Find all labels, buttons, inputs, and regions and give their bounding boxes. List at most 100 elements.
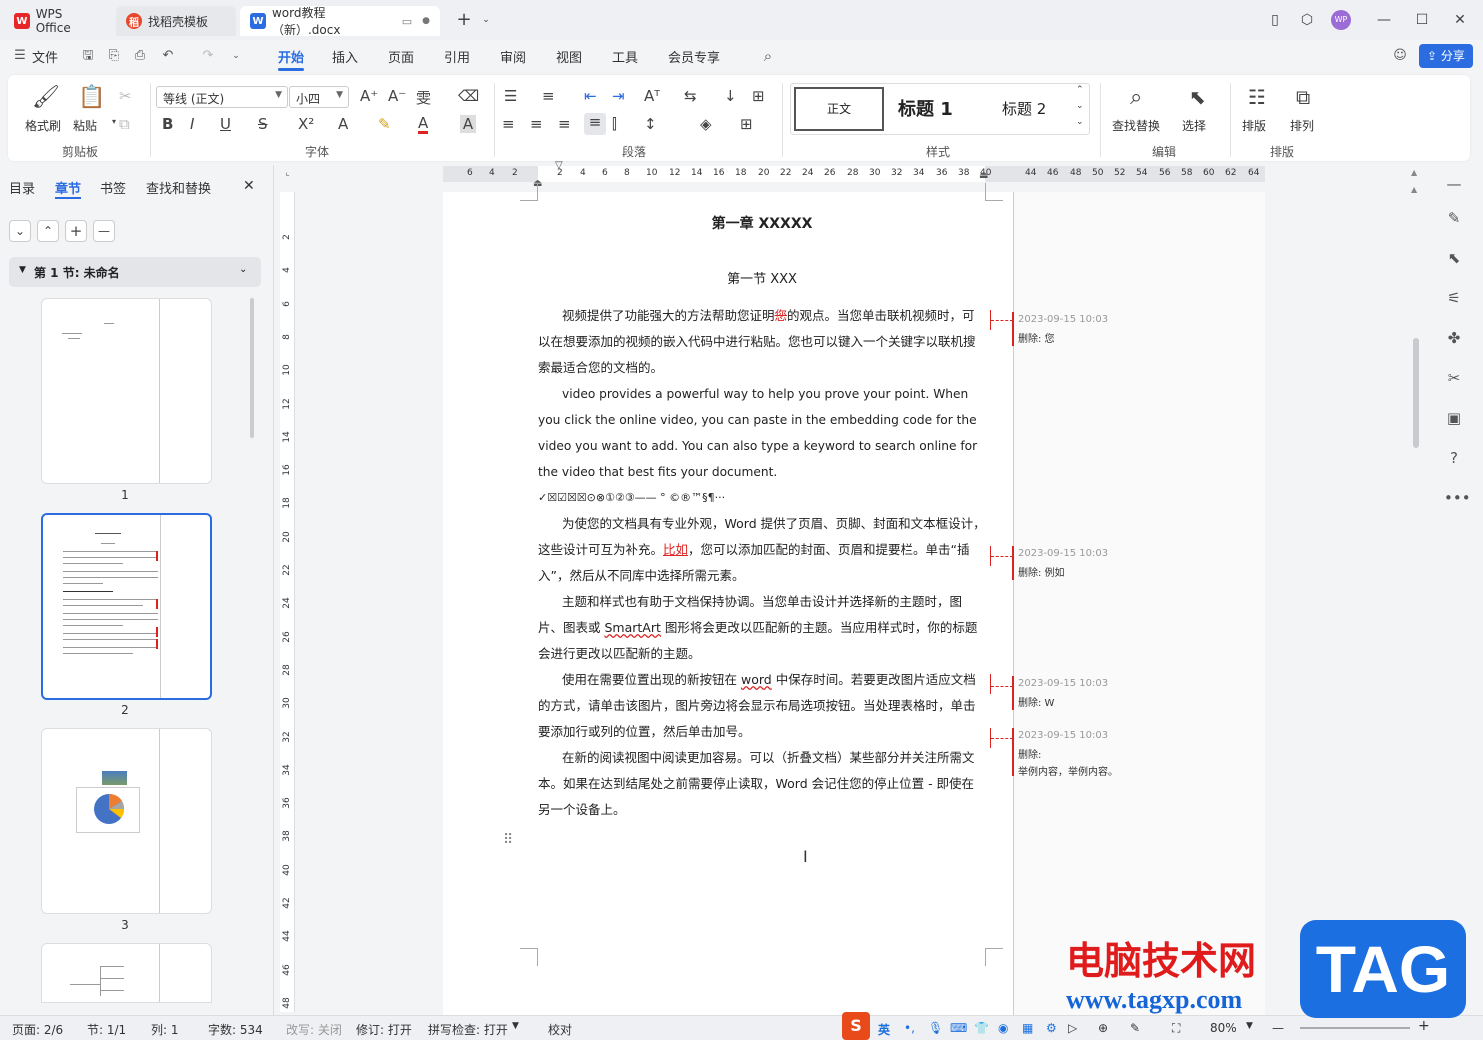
bold-icon[interactable]: B (162, 115, 173, 133)
zoom-slider[interactable] (1300, 1027, 1410, 1029)
select-button[interactable]: 选择 (1182, 117, 1206, 134)
pen-icon[interactable]: ✎ (1130, 1021, 1140, 1035)
unsaved-dot-icon[interactable]: ● (422, 16, 430, 26)
microphone-icon[interactable]: 🎙 (928, 1021, 943, 1035)
line-spacing-icon[interactable]: ↕ (644, 115, 657, 133)
vertical-scrollbar[interactable] (1413, 338, 1419, 448)
avatar[interactable]: WP (1331, 10, 1351, 30)
italic-icon[interactable]: I (190, 115, 194, 133)
reader-icon[interactable]: ▣ (1444, 408, 1464, 428)
cut-icon[interactable]: ✂ (119, 87, 132, 105)
hamburger-icon[interactable]: ☰ (12, 48, 28, 64)
paste-icon[interactable]: 📋 (78, 85, 105, 110)
text-direction-icon[interactable]: Aᵀ (644, 87, 660, 105)
shading-icon[interactable]: ◈ (700, 115, 712, 133)
track-changes-status[interactable]: 修订: 打开 (356, 1021, 412, 1038)
monitor-icon[interactable]: ▭ (402, 15, 412, 28)
font-size-select[interactable]: 小四 ▼ (289, 86, 349, 108)
format-painter-button[interactable]: 格式刷 (25, 117, 61, 134)
new-tab-icon[interactable]: + (454, 10, 474, 30)
help-icon[interactable]: ? (1444, 448, 1464, 468)
typeset-icon[interactable]: ☷ (1248, 85, 1266, 109)
style-normal[interactable]: 正文 (794, 87, 884, 131)
text-effect-icon[interactable]: A (338, 115, 348, 133)
balloon-text[interactable]: 删除: (1018, 746, 1041, 761)
search-icon[interactable]: ⌕ (1130, 85, 1142, 110)
paragraph-5[interactable]: 使用在需要位置出现的新按钮在 word 中保存时间。若要更改图片适应文档的方式，… (538, 667, 986, 745)
menu-references[interactable]: 引用 (444, 47, 470, 66)
menu-review[interactable]: 审阅 (500, 47, 526, 66)
more-icon[interactable]: ••• (1444, 488, 1471, 508)
settings-icon[interactable]: ⚙ (1046, 1021, 1057, 1035)
find-replace-button[interactable]: 查找替换 (1112, 117, 1160, 134)
decrease-indent-icon[interactable]: ⇤ (584, 87, 597, 105)
strikethrough-icon[interactable]: S (258, 115, 268, 133)
cursor-select-icon[interactable]: ⬉ (1189, 85, 1206, 109)
balloon-text[interactable]: 删除: 例如 (1018, 564, 1065, 579)
tools-icon[interactable]: ✂ (1444, 368, 1464, 388)
section-header[interactable]: ▼ 第 1 节: 未命名 ⌄ (9, 257, 261, 287)
menu-tools[interactable]: 工具 (612, 47, 638, 66)
menu-file[interactable]: 文件 (32, 47, 58, 66)
pane-divider[interactable] (273, 165, 274, 1015)
tab-document[interactable]: W word教程（新）.docx ▭ ● (240, 6, 440, 37)
undo-icon[interactable]: ↶ (160, 48, 176, 64)
page-indicator[interactable]: 页面: 2/6 (12, 1021, 63, 1038)
word-count[interactable]: 字数: 534 (208, 1021, 263, 1038)
arrange-button[interactable]: 排列 (1290, 117, 1314, 134)
sogou-ime-icon[interactable]: S (842, 1012, 870, 1040)
tab-toc[interactable]: 目录 (9, 178, 35, 197)
save-icon[interactable]: 🖫 (80, 48, 96, 64)
scroll-up-icon[interactable]: ▲ (1411, 185, 1417, 194)
section-indicator[interactable]: 节: 1/1 (87, 1021, 126, 1038)
phonetic-icon[interactable]: 雯 (416, 87, 431, 108)
tab-find-replace[interactable]: 查找和替换 (146, 178, 211, 197)
symbols-line[interactable]: ✓☒☑☒☒⊙⊗①②③—— ° ©®™§¶··· (538, 485, 986, 511)
print-preview-icon[interactable]: ⎙ (132, 48, 148, 64)
shirt-icon[interactable]: 👕 (974, 1021, 989, 1035)
ai-icon[interactable]: ✤ (1444, 328, 1464, 348)
expand-up-icon[interactable]: ⌃ (37, 220, 59, 242)
paragraph-3[interactable]: 为使您的文档具有专业外观，Word 提供了页眉、页脚、封面和文本框设计，这些设计… (538, 511, 986, 589)
numbered-list-icon[interactable]: ≡ (542, 87, 555, 105)
balloon-text[interactable]: 删除: 您 (1018, 330, 1055, 345)
share-button[interactable]: ⇪ 分享 (1419, 44, 1473, 68)
first-line-indent-icon[interactable]: ▽ (555, 160, 563, 171)
remove-section-icon[interactable]: — (93, 220, 115, 242)
page-thumbnail-4[interactable] (41, 943, 212, 1003)
char-shading-icon[interactable]: A (460, 115, 476, 133)
ime-language[interactable]: 英 (878, 1021, 890, 1038)
gamepad-icon[interactable]: ◉ (998, 1021, 1008, 1035)
grow-font-icon[interactable]: A⁺ (360, 87, 378, 105)
style-heading1[interactable]: 标题 1 (898, 95, 953, 121)
right-indent-icon[interactable]: ⏏ (979, 170, 988, 181)
chevron-down-icon[interactable]: ⌄ (476, 10, 496, 30)
highlight-icon[interactable]: ✎ (378, 115, 391, 133)
tab-sections[interactable]: 章节 (55, 178, 81, 197)
distribute-icon[interactable]: ⫿ (612, 115, 617, 133)
arrange-icon[interactable]: ⧉ (1296, 85, 1310, 109)
play-icon[interactable]: ▷ (1068, 1021, 1077, 1035)
scroll-up-icon[interactable]: ⌃ (1076, 85, 1084, 95)
align-center-icon[interactable]: ≡ (530, 115, 543, 133)
increase-indent-icon[interactable]: ⇥ (612, 87, 625, 105)
maximize-icon[interactable]: ☐ (1412, 10, 1432, 30)
tab-template[interactable]: 稻 找稻壳模板 (116, 6, 236, 36)
section-heading[interactable]: 第一节 XXX (538, 268, 986, 287)
chevron-down-icon[interactable]: ▼ (512, 1021, 519, 1031)
scrollbar[interactable] (250, 298, 254, 438)
balloon-text[interactable]: 删除: W (1018, 694, 1054, 709)
paste-button[interactable]: 粘贴 (73, 117, 97, 134)
tab-wps-office[interactable]: W WPS Office (4, 6, 110, 36)
menu-insert[interactable]: 插入 (332, 47, 358, 66)
collapse-icon[interactable]: ⌄ (9, 220, 31, 242)
bullet-list-icon[interactable]: ☰ (504, 87, 517, 105)
select-icon[interactable]: ⬉ (1444, 248, 1464, 268)
copy-icon[interactable]: ⧉ (119, 115, 130, 133)
page-thumbnail-3[interactable] (41, 728, 212, 914)
shrink-font-icon[interactable]: A⁻ (388, 87, 406, 105)
typeset-button[interactable]: 排版 (1242, 117, 1266, 134)
menu-member[interactable]: 会员专享 (668, 47, 720, 66)
page-thumbnail-1[interactable] (41, 298, 212, 484)
paragraph-2[interactable]: video provides a powerful way to help yo… (538, 381, 986, 485)
